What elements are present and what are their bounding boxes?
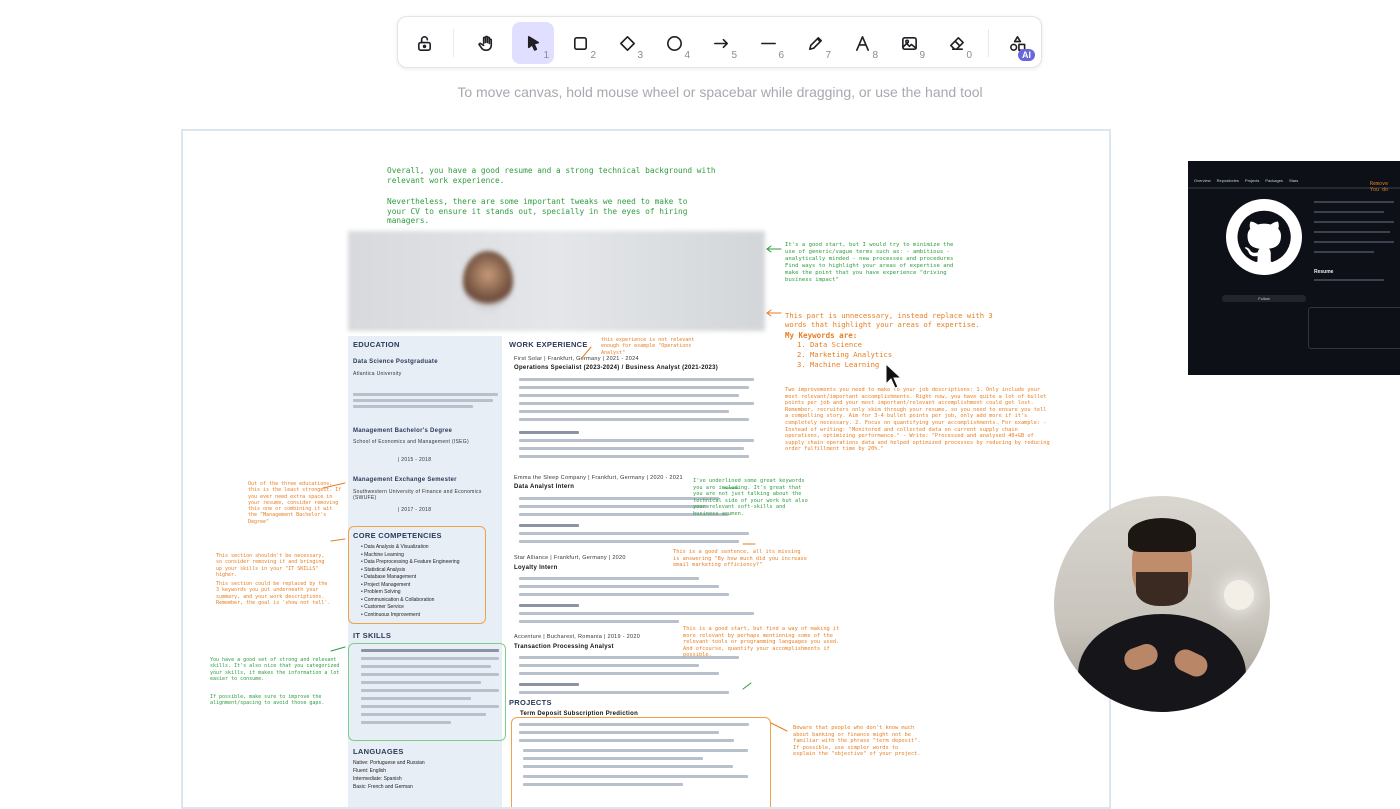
github-pinned-repo[interactable]: [1308, 307, 1400, 349]
arrow-right-icon: [713, 38, 728, 48]
ai-badge: AI: [1018, 49, 1035, 61]
text-tool-button[interactable]: 8: [841, 22, 883, 64]
mouse-cursor: [885, 362, 903, 394]
draw-tool-button[interactable]: 7: [794, 22, 836, 64]
github-tab-stars[interactable]: Stars: [1289, 178, 1298, 183]
tool-number: 9: [919, 50, 925, 61]
hand-icon: [477, 35, 492, 51]
github-tab-overview[interactable]: Overview: [1194, 178, 1211, 183]
diamond-icon: [619, 35, 635, 51]
line-icon: [760, 42, 776, 44]
image-tool-button[interactable]: 9: [888, 22, 930, 64]
tool-number: 1: [543, 50, 549, 61]
text-icon: [855, 35, 869, 51]
lock-open-icon: [417, 35, 431, 51]
lock-tool-button[interactable]: [403, 22, 445, 64]
github-tab-repositories[interactable]: Repositories: [1217, 178, 1239, 183]
eraser-tool-button[interactable]: 0: [935, 22, 977, 64]
github-tab-projects[interactable]: Projects: [1245, 178, 1259, 183]
tool-number: 2: [590, 50, 596, 61]
tool-number: 7: [825, 50, 831, 61]
pencil-icon: [808, 36, 822, 50]
ai-shapes-button[interactable]: AI: [996, 22, 1038, 64]
ellipse-icon: [666, 35, 682, 51]
rectangle-tool-button[interactable]: 2: [559, 22, 601, 64]
github-annotation: Remove You do: [1370, 181, 1389, 193]
github-resume-heading: Resume: [1314, 269, 1334, 275]
diamond-tool-button[interactable]: 3: [606, 22, 648, 64]
tool-number: 4: [684, 50, 690, 61]
hand-tool-button[interactable]: [465, 22, 507, 64]
annotation-arrows: [322, 245, 788, 732]
ellipse-tool-button[interactable]: 4: [653, 22, 695, 64]
tool-number: 0: [966, 50, 972, 61]
rectangle-icon: [573, 36, 587, 50]
github-follow-button[interactable]: Follow: [1222, 295, 1306, 302]
tool-number: 8: [872, 50, 878, 61]
github-tab-packages[interactable]: Packages: [1265, 178, 1283, 183]
tool-number: 3: [637, 50, 643, 61]
selection-tool-button[interactable]: 1: [512, 22, 554, 64]
tool-number: 5: [731, 50, 737, 61]
github-profile-image[interactable]: Overview Repositories Projects Packages Star…: [1188, 161, 1400, 375]
github-tabs: Overview Repositories Projects Packages Star…: [1194, 178, 1298, 183]
image-icon: [901, 36, 917, 50]
arrow-tool-button[interactable]: 5: [700, 22, 742, 64]
resume-frame[interactable]: Overall, you have a good resume and a st…: [181, 129, 1111, 809]
pointer-icon: [527, 35, 539, 51]
toolbar: 1 2 3 4 5 6 7 8 9 0 AI: [397, 16, 1042, 68]
eraser-icon: [949, 36, 964, 50]
github-logo-icon: [1226, 199, 1302, 275]
canvas-hint: To move canvas, hold mouse wheel or spac…: [457, 84, 983, 100]
webcam-presenter: [1054, 496, 1270, 712]
tool-number: 6: [778, 50, 784, 61]
line-tool-button[interactable]: 6: [747, 22, 789, 64]
